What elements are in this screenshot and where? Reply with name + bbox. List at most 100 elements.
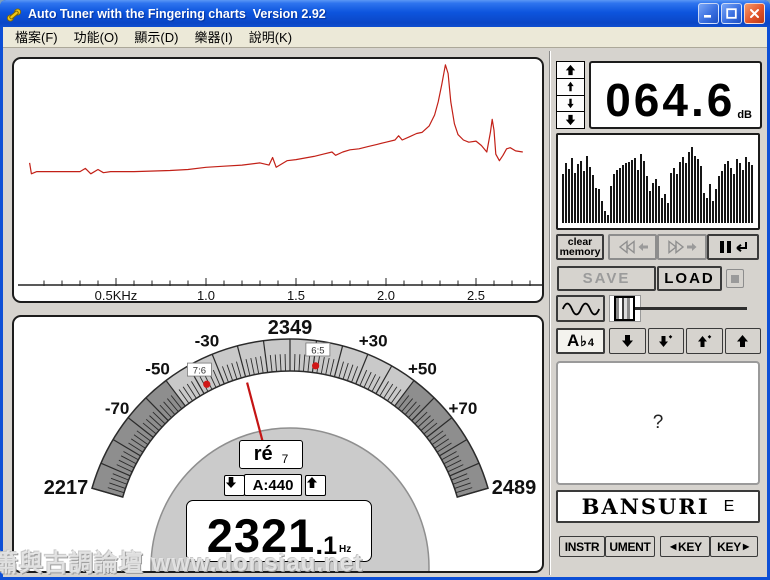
reference-down-button[interactable] <box>224 475 245 496</box>
spectrum-chart: 0.5KHz1.01.52.02.5 <box>14 59 544 303</box>
level-bar <box>727 161 729 223</box>
window-title: Auto Tuner with the Fingering charts Ver… <box>28 7 698 21</box>
menu-help[interactable]: 說明(K) <box>241 26 300 48</box>
level-down-fast-button[interactable] <box>557 112 584 128</box>
level-bar <box>667 203 669 223</box>
close-icon <box>749 8 760 19</box>
minimize-icon <box>703 8 714 19</box>
slider-handle[interactable] <box>614 296 635 321</box>
pause-button[interactable] <box>707 234 759 260</box>
close-button[interactable] <box>744 3 765 24</box>
up-arrow-icon <box>306 476 318 489</box>
level-bar <box>604 211 606 223</box>
level-bar <box>748 162 750 223</box>
svg-text:0.5KHz: 0.5KHz <box>95 288 138 303</box>
tuner-gauge-panel: -70-50-30+30+50+702349221724897:66:5 ré … <box>12 315 544 573</box>
level-bar <box>706 198 708 223</box>
svg-text:2.0: 2.0 <box>377 288 395 303</box>
rewind-button[interactable] <box>608 234 657 260</box>
save-button[interactable]: SAVE <box>557 266 656 291</box>
fingering-placeholder: ? <box>653 412 664 434</box>
key-next-button[interactable]: KEY ▶ <box>710 536 758 557</box>
level-bar <box>670 173 672 223</box>
level-history-panel <box>556 133 760 230</box>
level-bar <box>664 194 666 223</box>
content-area: 0.5KHz1.01.52.02.5 -70-50-30+30+50+70234… <box>3 48 767 577</box>
level-bar <box>730 168 732 223</box>
level-bar <box>586 156 588 223</box>
level-up-button[interactable] <box>557 79 584 96</box>
bold-up-arrow-icon <box>736 334 749 348</box>
menu-display[interactable]: 顯示(D) <box>126 26 186 48</box>
level-bar <box>658 186 660 223</box>
level-bar <box>601 201 603 223</box>
level-up-fast-button[interactable] <box>557 62 584 79</box>
app-window: Auto Tuner with the Fingering charts Ver… <box>0 0 770 580</box>
level-bar <box>580 161 582 223</box>
pitch-down-octave-button[interactable] <box>609 328 646 354</box>
level-bar <box>565 163 567 223</box>
instrument-next-button[interactable]: UMENT <box>605 536 655 557</box>
level-down-button[interactable] <box>557 96 584 113</box>
pitch-up-semitone-button[interactable] <box>686 328 723 354</box>
level-bar <box>694 156 696 223</box>
volume-slider[interactable] <box>609 295 761 322</box>
level-bar <box>673 168 675 223</box>
frequency-dot: . <box>315 534 323 556</box>
bold-up-arrow-icon <box>564 64 577 76</box>
tone-generator-button[interactable] <box>556 295 605 322</box>
fingering-chart-box: ? <box>556 361 760 485</box>
level-bar <box>610 186 612 223</box>
menu-file[interactable]: 檔案(F) <box>7 26 66 48</box>
level-bar <box>712 201 714 223</box>
menu-instrument[interactable]: 樂器(I) <box>186 26 240 48</box>
down-arrow-plus-icon <box>658 334 673 348</box>
level-bar <box>682 157 684 223</box>
clear-memory-button[interactable]: clear memory <box>556 234 604 260</box>
level-bar <box>676 174 678 223</box>
note-octave: 7 <box>282 452 289 466</box>
stop-button[interactable] <box>726 269 744 288</box>
menu-function[interactable]: 功能(O) <box>66 26 127 48</box>
level-bar <box>646 176 648 223</box>
level-bar <box>577 164 579 223</box>
level-bar <box>715 189 717 223</box>
app-tuner-icon <box>5 5 23 23</box>
level-bar <box>589 167 591 223</box>
pause-return-icon <box>718 239 748 255</box>
spectrum-panel: 0.5KHz1.01.52.02.5 <box>12 57 544 303</box>
level-bar <box>661 198 663 223</box>
reference-up-button[interactable] <box>305 475 326 496</box>
level-display: 064.6 dB <box>589 61 762 129</box>
level-bar <box>703 193 705 223</box>
key-prev-button[interactable]: ◀ KEY <box>660 536 710 557</box>
level-bar <box>631 160 633 223</box>
reference-pitch-display: A:440 <box>244 474 302 496</box>
level-bar <box>595 188 597 223</box>
level-value: 064.6 <box>605 79 735 123</box>
level-bar <box>571 158 573 223</box>
level-bar <box>745 157 747 223</box>
up-arrow-plus-icon <box>697 334 712 348</box>
pitch-down-semitone-button[interactable] <box>648 328 685 354</box>
sine-wave-icon <box>561 299 601 319</box>
level-bar <box>685 163 687 223</box>
pitch-note-button[interactable]: A ♭ 4 <box>556 328 605 354</box>
slider-track[interactable] <box>635 307 747 310</box>
maximize-button[interactable] <box>721 3 742 24</box>
instrument-prev-button[interactable]: INSTR <box>559 536 605 557</box>
minimize-button[interactable] <box>698 3 719 24</box>
level-bar <box>613 174 615 223</box>
level-bar <box>637 170 639 223</box>
level-bar <box>751 165 753 223</box>
title-bar[interactable]: Auto Tuner with the Fingering charts Ver… <box>0 0 770 27</box>
level-bar <box>625 163 627 223</box>
maximize-icon <box>726 8 737 19</box>
bold-down-arrow-icon <box>621 334 634 348</box>
load-button[interactable]: LOAD <box>657 266 722 291</box>
pitch-octave: 4 <box>588 337 594 349</box>
svg-text:+30: +30 <box>359 331 388 350</box>
svg-text:2.5: 2.5 <box>467 288 485 303</box>
pitch-up-octave-button[interactable] <box>725 328 762 354</box>
forward-button[interactable] <box>657 234 707 260</box>
